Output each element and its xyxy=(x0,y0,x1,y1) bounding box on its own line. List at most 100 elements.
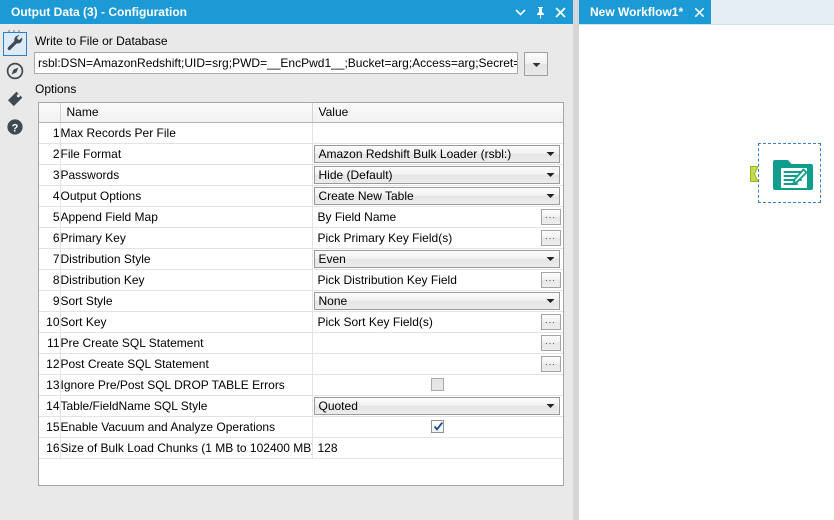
option-dropdown[interactable]: Create New Table xyxy=(313,186,560,205)
chevron-down-icon xyxy=(543,256,559,262)
option-value-cell xyxy=(312,374,563,396)
option-value-cell: None xyxy=(312,290,563,312)
browse-button[interactable]: ... xyxy=(540,313,561,330)
rail-item-configuration[interactable] xyxy=(3,32,27,56)
option-value-cell: Amazon Redshift Bulk Loader (rsbl:) xyxy=(312,143,563,165)
browse-button[interactable]: ... xyxy=(540,271,561,288)
option-picker: Pick Sort Key Field(s)... xyxy=(313,312,563,332)
option-value-cell: Pick Sort Key Field(s)... xyxy=(312,311,563,333)
row-number: 7 xyxy=(39,248,61,270)
option-value-text[interactable]: 128 xyxy=(313,438,563,458)
table-row[interactable]: 9 Sort Style None xyxy=(39,290,563,312)
row-number: 13 xyxy=(39,374,61,396)
option-checkbox[interactable] xyxy=(431,420,444,433)
row-number: 6 xyxy=(39,227,61,249)
config-panel-titlebar: Output Data (3) - Configuration xyxy=(0,0,573,24)
table-row[interactable]: 14 Table/FieldName SQL Style Quoted xyxy=(39,395,563,417)
row-number: 3 xyxy=(39,164,61,186)
browse-button[interactable]: ... xyxy=(540,334,561,351)
option-name: Sort Style xyxy=(60,290,313,312)
chevron-down-icon xyxy=(543,151,559,157)
grid-header-rownum xyxy=(39,103,61,123)
option-checkbox-wrap xyxy=(313,375,563,395)
option-value-text: By Field Name xyxy=(317,209,397,224)
workflow-canvas[interactable] xyxy=(579,24,834,520)
rail-item-help[interactable]: ? xyxy=(3,116,27,140)
option-dropdown[interactable]: None xyxy=(313,291,560,310)
table-row[interactable]: 12 Post Create SQL Statement... xyxy=(39,353,563,375)
output-data-node[interactable] xyxy=(750,143,821,203)
grid-header-name: Name xyxy=(60,103,313,123)
close-icon[interactable] xyxy=(554,5,567,19)
connection-label: Write to File or Database xyxy=(35,34,168,48)
option-name: Pre Create SQL Statement xyxy=(60,332,313,354)
table-row[interactable]: 6 Primary Key Pick Primary Key Field(s)... xyxy=(39,227,563,249)
option-value-cell: ... xyxy=(312,353,563,375)
options-grid: Name Value 1 Max Records Per File 2 File Fo… xyxy=(38,102,564,486)
pin-icon[interactable] xyxy=(534,5,547,19)
option-name: Distribution Key xyxy=(60,269,313,291)
table-row[interactable]: 10 Sort Key Pick Sort Key Field(s)... xyxy=(39,311,563,333)
browse-button[interactable]: ... xyxy=(540,355,561,372)
option-dropdown[interactable]: Even xyxy=(313,249,560,268)
table-row[interactable]: 2 File Format Amazon Redshift Bulk Loader … xyxy=(39,143,563,165)
row-number: 8 xyxy=(39,269,61,291)
config-icon-rail: ? xyxy=(0,24,30,520)
tab-new-workflow1[interactable]: New Workflow1* xyxy=(582,0,712,24)
option-name: Sort Key xyxy=(60,311,313,333)
option-value-text: Pick Sort Key Field(s) xyxy=(317,314,433,329)
option-value-text: Pick Distribution Key Field xyxy=(317,272,457,287)
check-icon xyxy=(433,421,444,435)
option-name: Passwords xyxy=(60,164,313,186)
tag-icon xyxy=(6,90,24,111)
input-connector-icon[interactable] xyxy=(750,166,762,182)
option-name: Ignore Pre/Post SQL DROP TABLE Errors xyxy=(60,374,313,396)
option-value-text[interactable] xyxy=(313,123,563,143)
chevron-down-icon[interactable] xyxy=(514,5,527,19)
option-checkbox[interactable] xyxy=(431,378,444,391)
table-row[interactable]: 8 Distribution Key Pick Distribution Key F… xyxy=(39,269,563,291)
configuration-panel: Output Data (3) - Configuration ? Write … xyxy=(0,0,573,520)
option-dropdown[interactable]: Quoted xyxy=(313,396,560,415)
browse-button[interactable]: ... xyxy=(540,208,561,225)
browse-button[interactable]: ... xyxy=(540,229,561,246)
option-name: Append Field Map xyxy=(60,206,313,228)
option-name: Table/FieldName SQL Style xyxy=(60,395,313,417)
option-dropdown-value: Even xyxy=(318,251,346,266)
option-dropdown[interactable]: Amazon Redshift Bulk Loader (rsbl:) xyxy=(313,144,560,163)
rail-item-label[interactable] xyxy=(3,88,27,112)
svg-text:?: ? xyxy=(12,122,19,134)
rail-item-annotation[interactable] xyxy=(3,60,27,84)
table-row[interactable]: 11 Pre Create SQL Statement... xyxy=(39,332,563,354)
option-dropdown-value: None xyxy=(318,293,348,308)
grid-header-row: Name Value xyxy=(39,103,563,123)
table-row[interactable]: 7 Distribution Style Even xyxy=(39,248,563,270)
table-row[interactable]: 3 Passwords Hide (Default) xyxy=(39,164,563,186)
table-row[interactable]: 5 Append Field Map By Field Name... xyxy=(39,206,563,228)
option-name: Max Records Per File xyxy=(60,122,313,144)
connection-string-input[interactable]: rsbl:DSN=AmazonRedshift;UID=srg;PWD=__En… xyxy=(34,52,518,74)
row-number: 10 xyxy=(39,311,61,333)
option-value-cell: Hide (Default) xyxy=(312,164,563,186)
option-picker: By Field Name... xyxy=(313,207,563,227)
row-number: 1 xyxy=(39,122,61,144)
option-dropdown-value: Create New Table xyxy=(318,188,414,203)
table-row[interactable]: 4 Output Options Create New Table xyxy=(39,185,563,207)
grid-body: 1 Max Records Per File 2 File Format Amazon … xyxy=(39,122,563,459)
option-value-cell: Quoted xyxy=(312,395,563,417)
table-row[interactable]: 15 Enable Vacuum and Analyze Operations xyxy=(39,416,563,438)
row-number: 12 xyxy=(39,353,61,375)
tab-strip-empty xyxy=(694,0,834,24)
row-number: 16 xyxy=(39,437,61,459)
option-dropdown[interactable]: Hide (Default) xyxy=(313,165,560,184)
table-row[interactable]: 1 Max Records Per File xyxy=(39,122,563,144)
option-picker: ... xyxy=(313,333,563,353)
connection-dropdown-button[interactable] xyxy=(524,52,548,76)
table-row[interactable]: 13 Ignore Pre/Post SQL DROP TABLE Errors xyxy=(39,374,563,396)
option-name: Enable Vacuum and Analyze Operations xyxy=(60,416,313,438)
chevron-down-icon xyxy=(543,172,559,178)
table-row[interactable]: 16 Size of Bulk Load Chunks (1 MB to 1024… xyxy=(39,437,563,459)
app-root: Output Data (3) - Configuration ? Write … xyxy=(0,0,834,520)
close-icon[interactable] xyxy=(693,6,705,18)
option-picker: ... xyxy=(313,354,563,374)
